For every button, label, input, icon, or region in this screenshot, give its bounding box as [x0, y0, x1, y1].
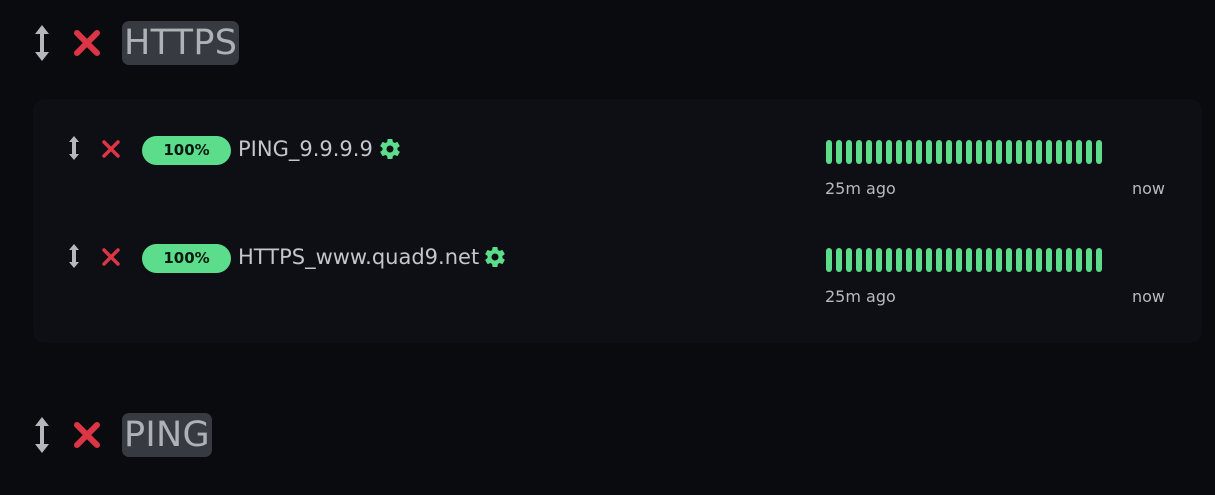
heartbeat-beat: [936, 140, 942, 164]
group-drag-handle-icon[interactable]: [28, 414, 56, 456]
heartbeat-beat: [836, 248, 842, 272]
heartbeat-beat: [916, 140, 922, 164]
heartbeat-beat: [1036, 140, 1042, 164]
heartbeat-beat: [916, 248, 922, 272]
heartbeat-beat: [866, 140, 872, 164]
heartbeat-beat: [986, 140, 992, 164]
heartbeat-beat: [926, 140, 932, 164]
uptime-badge: 100%: [142, 136, 231, 165]
heartbeat-beat: [966, 140, 972, 164]
heartbeat-time-start: 25m ago: [825, 179, 896, 198]
heartbeat-beat: [856, 248, 862, 272]
heartbeat-beat: [976, 140, 982, 164]
heartbeat-time-end: now: [1132, 287, 1166, 306]
heartbeat-beat: [1066, 140, 1072, 164]
gear-icon[interactable]: [483, 245, 507, 269]
heartbeat-beat: [1056, 248, 1062, 272]
gear-icon[interactable]: [378, 137, 402, 161]
heartbeat-beat: [886, 248, 892, 272]
heartbeat-beat: [866, 248, 872, 272]
heartbeat-beat: [896, 248, 902, 272]
heartbeat-beat: [986, 248, 992, 272]
monitor-delete-icon[interactable]: [101, 248, 121, 266]
group-title[interactable]: PING: [122, 413, 212, 457]
heartbeat-beat: [826, 140, 832, 164]
heartbeat-beat: [846, 140, 852, 164]
uptime-badge: 100%: [142, 244, 231, 273]
monitor-item: 100% HTTPS_www.quad9.net 25m ago now: [33, 207, 1202, 306]
heartbeat-beat: [956, 248, 962, 272]
heartbeat-beat: [1056, 140, 1062, 164]
group-delete-icon[interactable]: [72, 420, 102, 450]
heartbeat-beat: [956, 140, 962, 164]
heartbeat-beat: [936, 248, 942, 272]
heartbeat-beat: [1016, 248, 1022, 272]
heartbeat-beat: [1096, 140, 1102, 164]
heartbeat-beat: [1086, 248, 1092, 272]
heartbeat-beat: [1006, 140, 1012, 164]
close-icon: [74, 422, 100, 448]
heartbeat-beat: [836, 140, 842, 164]
monitor-name-link[interactable]: PING_9.9.9.9: [238, 133, 373, 165]
heartbeat-beat: [906, 248, 912, 272]
heartbeat-beat: [896, 140, 902, 164]
heartbeat-bar: [826, 248, 1102, 272]
heartbeat-beat: [1086, 140, 1092, 164]
heartbeat-beat: [1096, 248, 1102, 272]
close-icon: [74, 30, 100, 56]
heartbeat-beat: [856, 140, 862, 164]
heartbeat-beat: [886, 140, 892, 164]
heartbeat-beat: [1076, 248, 1082, 272]
heartbeat-beat: [1026, 248, 1032, 272]
group-header-https: HTTPS: [28, 20, 240, 66]
heartbeat-beat: [1026, 140, 1032, 164]
heartbeat-beat: [1046, 248, 1052, 272]
heartbeat-beat: [1006, 248, 1012, 272]
heartbeat-beat: [976, 248, 982, 272]
group-delete-icon[interactable]: [72, 28, 102, 58]
heartbeat-beat: [1076, 140, 1082, 164]
heartbeat-beat: [1066, 248, 1072, 272]
heartbeat-beat: [1046, 140, 1052, 164]
heartbeat-beat: [996, 248, 1002, 272]
arrows-vertical-icon: [35, 25, 49, 61]
heartbeat-beat: [1016, 140, 1022, 164]
heartbeat-beat: [946, 140, 952, 164]
heartbeat-time-start: 25m ago: [825, 287, 896, 306]
heartbeat-beat: [906, 140, 912, 164]
status-page-editor: HTTPS 100% PING_9.9.9.9 25m ago now 100%…: [0, 0, 1215, 495]
heartbeat-beat: [1036, 248, 1042, 272]
monitor-drag-handle-icon[interactable]: [66, 135, 82, 161]
arrows-vertical-icon: [35, 417, 49, 453]
heartbeat-beat: [876, 248, 882, 272]
heartbeat-beat: [876, 140, 882, 164]
group-header-ping: PING: [28, 412, 212, 458]
heartbeat-beat: [946, 248, 952, 272]
group-monitor-list: 100% PING_9.9.9.9 25m ago now 100% HTTPS…: [33, 99, 1202, 343]
heartbeat-beat: [826, 248, 832, 272]
monitor-delete-icon[interactable]: [101, 140, 121, 158]
heartbeat-bar: [826, 140, 1102, 164]
monitor-name-link[interactable]: HTTPS_www.quad9.net: [238, 241, 479, 273]
monitor-item: 100% PING_9.9.9.9 25m ago now: [33, 99, 1202, 198]
heartbeat-beat: [966, 248, 972, 272]
group-drag-handle-icon[interactable]: [28, 22, 56, 64]
group-title[interactable]: HTTPS: [122, 21, 240, 65]
heartbeat-beat: [846, 248, 852, 272]
heartbeat-time-end: now: [1132, 179, 1166, 198]
monitor-drag-handle-icon[interactable]: [66, 243, 82, 269]
heartbeat-beat: [926, 248, 932, 272]
heartbeat-beat: [996, 140, 1002, 164]
